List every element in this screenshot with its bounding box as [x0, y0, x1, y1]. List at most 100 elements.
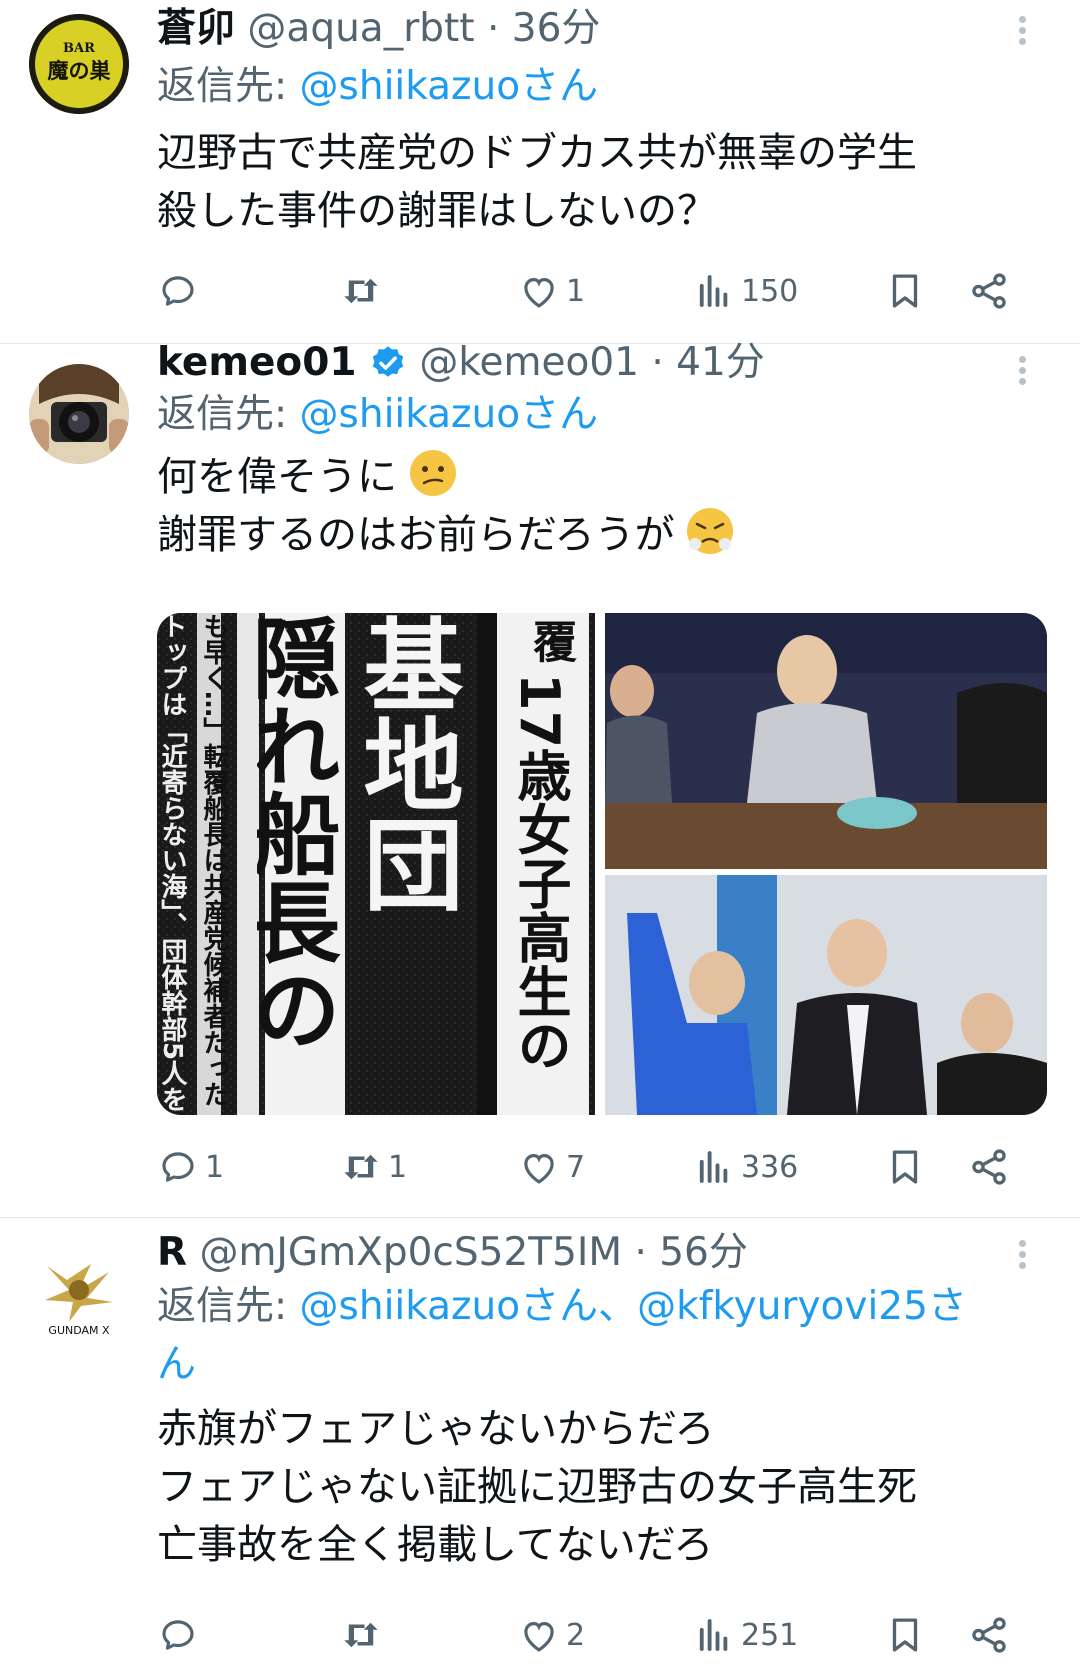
- user-handle[interactable]: @mJGmXp0cS52T5IM: [199, 1230, 622, 1275]
- reply-context: 返信先: @shiikazuoさん: [157, 386, 598, 444]
- headline-col-4: 隠れ船長の肉: [257, 613, 341, 1053]
- reply-mention-link-continued[interactable]: ん: [157, 1336, 967, 1394]
- tweet-text-segment: 謝罪するのはお前らだろうが: [157, 512, 675, 558]
- headline-col-3: 基地団体: [357, 613, 463, 913]
- tweet-text-segment: 何を偉そうに: [157, 454, 397, 500]
- reply-button[interactable]: [157, 266, 205, 316]
- more-options-icon[interactable]: [1014, 1236, 1030, 1276]
- like-count: 2: [566, 1617, 586, 1653]
- heart-icon: [524, 1154, 554, 1184]
- reply-icon: [162, 276, 194, 306]
- share-button[interactable]: [968, 266, 1010, 316]
- timestamp[interactable]: · 41分: [651, 340, 764, 385]
- retweet-button[interactable]: [340, 1610, 388, 1660]
- reply-mention-link[interactable]: @shiikazuoさん: [300, 64, 599, 109]
- reply-button[interactable]: 1: [157, 1142, 224, 1192]
- like-count: 7: [566, 1149, 586, 1185]
- timestamp[interactable]: · 56分: [634, 1230, 747, 1275]
- display-name[interactable]: R: [157, 1230, 187, 1275]
- bookmark-button[interactable]: [884, 1610, 926, 1660]
- svg-text:BAR: BAR: [63, 41, 95, 56]
- bookmark-button[interactable]: [884, 1142, 926, 1192]
- headline-col-6: トップは「近寄らない海」、団体幹部5人を: [161, 613, 187, 1113]
- display-name[interactable]: 蒼卯: [157, 6, 235, 51]
- confused-face-emoji: [409, 450, 456, 496]
- camera-photo-avatar: [29, 364, 129, 464]
- share-icon: [972, 1617, 1006, 1653]
- view-count: 336: [741, 1149, 799, 1185]
- verified-badge-icon: [372, 346, 404, 377]
- tweet-3[interactable]: GUNDAM X R @mJGmXp0cS52T5IM · 56分 返信先: @…: [0, 1218, 1080, 1678]
- share-icon: [972, 1149, 1006, 1185]
- share-icon: [972, 273, 1006, 309]
- tweet-text-line: 殺した事件の謝罪はしないの？: [157, 188, 717, 234]
- reply-mention-link[interactable]: @shiikazuoさん、@kfkyuryovi25さ: [300, 1284, 967, 1329]
- tweet-text: 赤旗がフェアじゃないからだろ フェアじゃない証拠に辺野古の女子高生死 亡事故を全…: [157, 1400, 917, 1574]
- tweet-header: R @mJGmXp0cS52T5IM · 56分: [157, 1228, 748, 1278]
- reply-button[interactable]: [157, 1610, 205, 1660]
- retweet-icon: [344, 278, 378, 304]
- tweet-text-line: 赤旗がフェアじゃないからだろ: [157, 1406, 715, 1452]
- headline-col-5: も早く…」転覆船長は共産党候補者だった: [203, 613, 229, 1107]
- like-button[interactable]: 1: [518, 266, 585, 316]
- display-name[interactable]: kemeo01: [157, 340, 357, 385]
- share-button[interactable]: [968, 1610, 1010, 1660]
- bookmark-button[interactable]: [884, 266, 926, 316]
- tweet-1[interactable]: BAR 魔の巣 蒼卯 @aqua_rbtt · 36分 返信先: @shiika…: [0, 0, 1080, 345]
- svg-text:魔の巣: 魔の巣: [48, 58, 112, 83]
- action-bar: 1 150: [0, 266, 1080, 316]
- retweet-button[interactable]: [340, 266, 388, 316]
- timestamp[interactable]: · 36分: [487, 6, 600, 51]
- views-button[interactable]: 336: [693, 1142, 798, 1192]
- face-with-steam-emoji: [687, 508, 734, 554]
- tweet-2[interactable]: kemeo01 @kemeo01 · 41分 返信先: @shiikazuoさん…: [0, 340, 1080, 1217]
- tweet-text-line: 謝罪するのはお前らだろうが: [157, 506, 734, 564]
- tweet-text-line: 何を偉そうに: [157, 448, 733, 506]
- view-count: 251: [741, 1617, 799, 1653]
- more-options-icon[interactable]: [1014, 12, 1030, 52]
- like-count: 1: [566, 273, 586, 309]
- gundam-x-logo-image: GUNDAM X: [29, 1242, 129, 1342]
- avatar[interactable]: [29, 364, 129, 464]
- views-button[interactable]: 251: [693, 1610, 798, 1660]
- tweet-header: kemeo01 @kemeo01 · 41分: [157, 338, 765, 388]
- headline-col-1: 覆: [525, 619, 576, 663]
- bookmark-icon: [892, 1618, 918, 1652]
- reply-count: 1: [205, 1149, 225, 1185]
- bookmark-icon: [892, 1150, 918, 1184]
- user-handle[interactable]: @aqua_rbtt: [247, 6, 474, 51]
- bookmark-icon: [892, 274, 918, 308]
- retweet-button[interactable]: 1: [340, 1142, 407, 1192]
- analytics-icon: [699, 1619, 728, 1651]
- more-options-icon[interactable]: [1014, 352, 1030, 392]
- bar-logo-image: BAR 魔の巣: [29, 14, 129, 114]
- tweet-text: 辺野古で共産党のドブカス共が無辜の学生 殺した事件の謝罪はしないの？: [157, 124, 917, 240]
- svg-text:GUNDAM X: GUNDAM X: [48, 1324, 110, 1337]
- reply-prefix: 返信先:: [157, 64, 288, 109]
- analytics-icon: [699, 275, 728, 307]
- like-button[interactable]: 2: [518, 1610, 585, 1660]
- avatar[interactable]: GUNDAM X: [29, 1242, 129, 1342]
- retweet-icon: [344, 1154, 378, 1180]
- heart-icon: [524, 1622, 554, 1652]
- reply-icon: [162, 1152, 194, 1182]
- reply-icon: [162, 1620, 194, 1650]
- tweet-media[interactable]: 覆 17歳女子高生の命 基地団体 隠れ船長の肉 も早く…」転覆船長は共産党候補者…: [157, 613, 1047, 1115]
- analytics-icon: [699, 1151, 728, 1183]
- tweet-text-line: フェアじゃない証拠に辺野古の女子高生死: [157, 1464, 917, 1510]
- views-button[interactable]: 150: [693, 266, 798, 316]
- headline-col-2: 17歳女子高生の命: [509, 673, 571, 1073]
- action-bar: 2 251: [0, 1610, 1080, 1660]
- tweet-text: 何を偉そうに 謝罪するのはお前らだろうが: [157, 448, 734, 564]
- share-button[interactable]: [968, 1142, 1010, 1192]
- reply-context-line: 返信先: @shiikazuoさん、@kfkyuryovi25さ: [157, 1278, 967, 1336]
- heart-icon: [524, 278, 554, 308]
- action-bar: 1 1 7 336: [0, 1142, 1080, 1192]
- avatar[interactable]: BAR 魔の巣: [29, 14, 129, 114]
- retweet-icon: [344, 1622, 378, 1648]
- user-handle[interactable]: @kemeo01: [419, 340, 639, 385]
- reply-context: 返信先: @shiikazuoさん: [157, 58, 598, 116]
- reply-mention-link[interactable]: @shiikazuoさん: [300, 392, 599, 437]
- like-button[interactable]: 7: [518, 1142, 585, 1192]
- reply-prefix: 返信先:: [157, 392, 288, 437]
